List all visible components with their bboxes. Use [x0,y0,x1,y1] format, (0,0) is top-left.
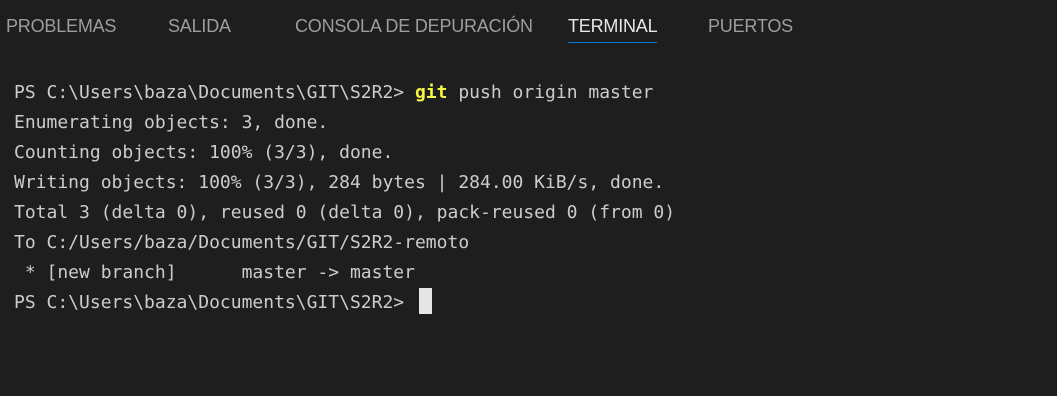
tab-puertos[interactable]: PUERTOS [708,15,793,43]
tab-problemas-label: PROBLEMAS [6,16,117,36]
tab-salida-label: SALIDA [168,16,231,36]
command-name: git [414,82,448,103]
terminal-output-line: * [new branch] master -> master [14,262,415,283]
tab-puertos-label: PUERTOS [708,16,793,36]
terminal-prompt-line[interactable]: PS C:\Users\baza\Documents\GIT\S2R2> [14,288,432,318]
terminal-output-line: Total 3 (delta 0), reused 0 (delta 0), p… [14,202,676,223]
terminal-output-line: Counting objects: 100% (3/3), done. [14,142,394,163]
tab-salida[interactable]: SALIDA [168,15,231,43]
tab-consola-depuracion[interactable]: CONSOLA DE DEPURACIÓN [295,15,533,43]
terminal-cursor [418,288,432,314]
active-tab-indicator [568,42,658,43]
tab-consola-label: CONSOLA DE DEPURACIÓN [295,16,533,36]
terminal-command-line: PS C:\Users\baza\Documents\GIT\S2R2> git… [14,78,653,108]
command-args: push origin master [447,82,654,103]
tab-terminal-label: TERMINAL [568,16,658,36]
panel-tab-bar: PROBLEMAS SALIDA CONSOLA DE DEPURACIÓN T… [0,0,1057,54]
terminal-output-line: Writing objects: 100% (3/3), 284 bytes |… [14,172,665,193]
prompt: PS C:\Users\baza\Documents\GIT\S2R2> [14,82,415,103]
terminal-panel: PROBLEMAS SALIDA CONSOLA DE DEPURACIÓN T… [0,0,1057,396]
prompt: PS C:\Users\baza\Documents\GIT\S2R2> [14,292,415,313]
tab-terminal[interactable]: TERMINAL [568,15,658,43]
tab-problemas[interactable]: PROBLEMAS [6,15,116,43]
terminal-output-line: To C:/Users/baza/Documents/GIT/S2R2-remo… [14,232,470,253]
terminal-output-line: Enumerating objects: 3, done. [14,112,329,133]
